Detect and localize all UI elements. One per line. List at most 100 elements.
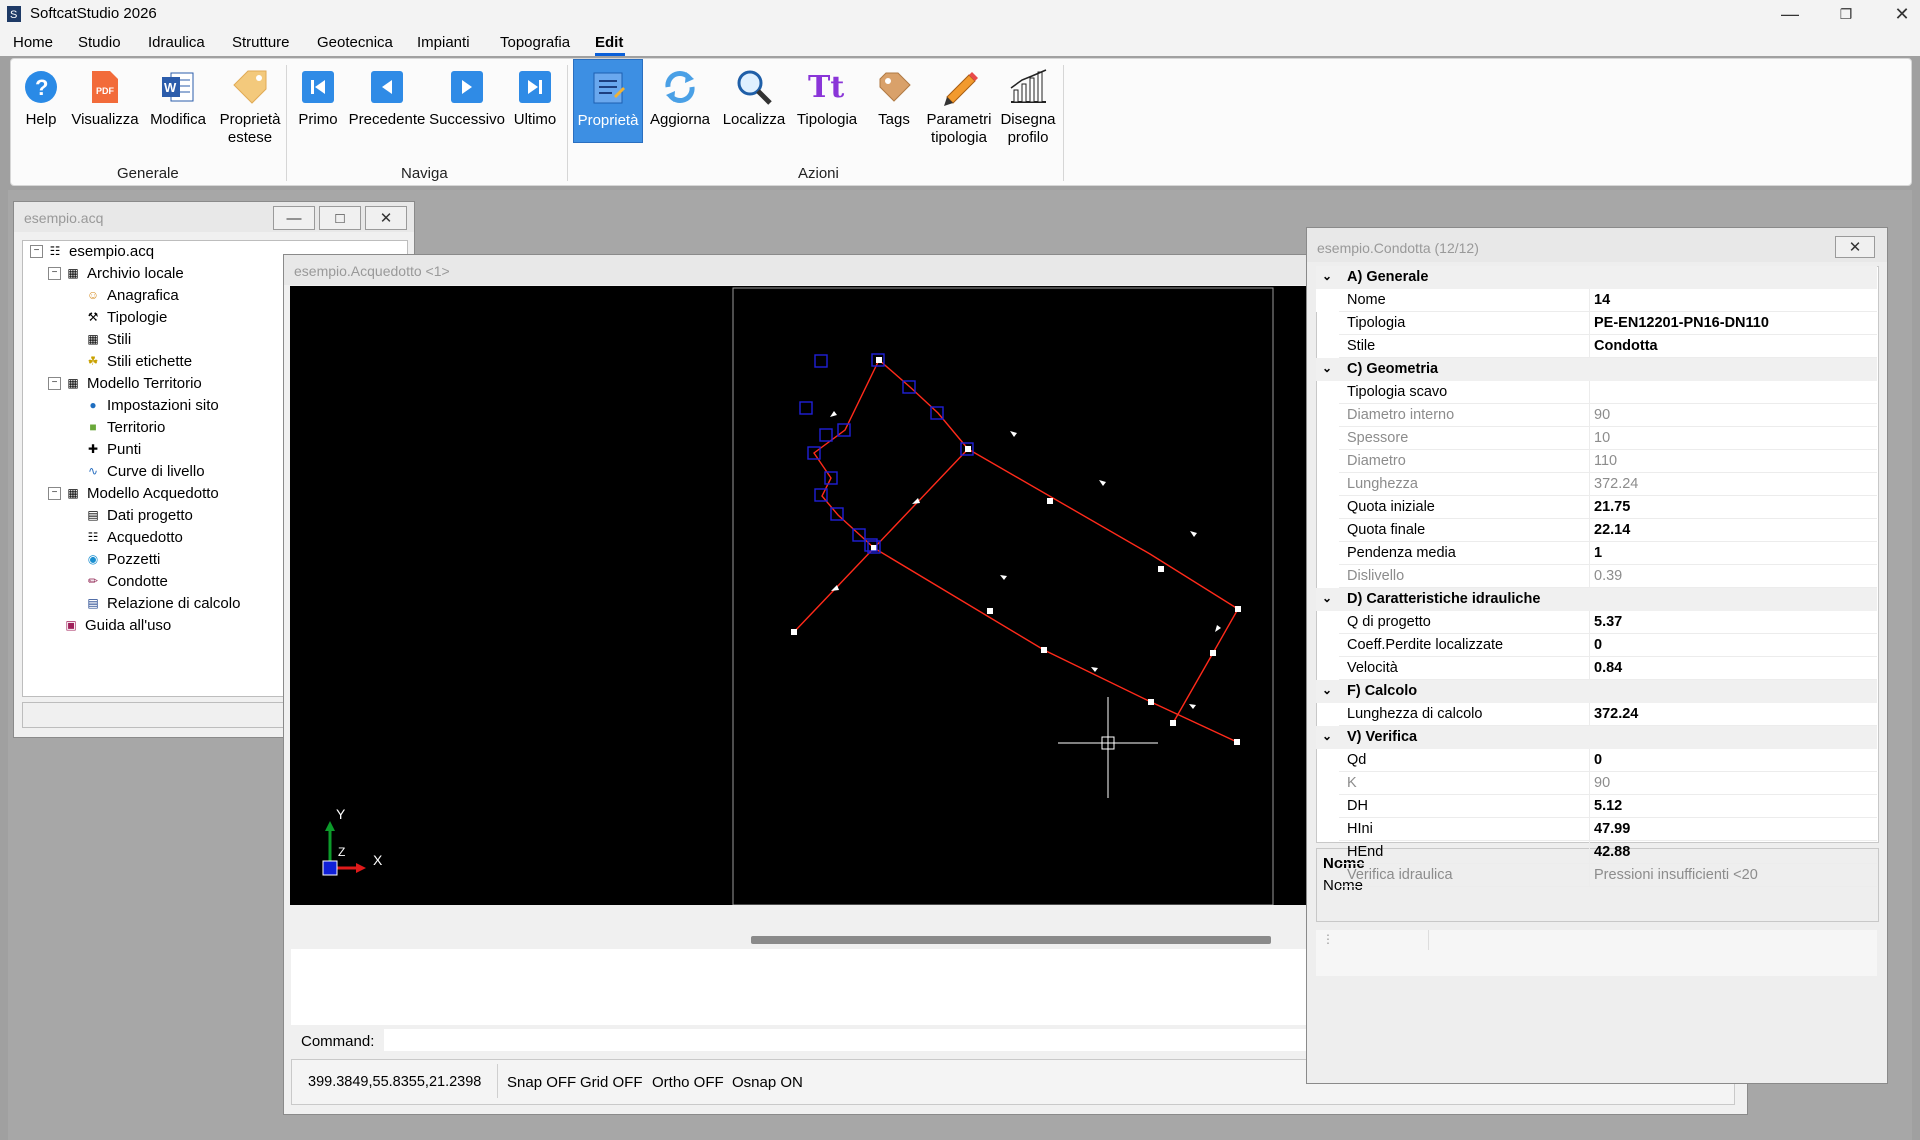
property-value[interactable]: 372.24	[1594, 706, 1638, 722]
property-diametro-interno[interactable]: Diametro interno 90	[1316, 404, 1877, 427]
snap-toggle[interactable]: Snap OFF	[507, 1074, 576, 1091]
property-stile[interactable]: Stile Condotta	[1316, 335, 1877, 358]
collapse-icon[interactable]: −	[48, 376, 61, 390]
property-tipologia-scavo[interactable]: Tipologia scavo	[1316, 381, 1877, 404]
property-lunghezza[interactable]: Lunghezza 372.24	[1316, 473, 1877, 496]
property-spessore[interactable]: Spessore 10	[1316, 427, 1877, 450]
tree-item-stili-etichette[interactable]: ☘ Stili etichette	[85, 350, 192, 372]
tree-item-acquedotto[interactable]: ☷ Acquedotto	[85, 526, 183, 548]
parametri-tipologia-button[interactable]: Parametri tipologia	[923, 59, 995, 165]
disegna-profilo-button[interactable]: Disegna profilo	[997, 59, 1059, 165]
property-tipologia[interactable]: Tipologia PE-EN12201-PN16-DN110	[1316, 312, 1877, 335]
property-quota-finale[interactable]: Quota finale 22.14	[1316, 519, 1877, 542]
tree-item-anagrafica[interactable]: ☺ Anagrafica	[85, 284, 179, 306]
property-value[interactable]: 0	[1594, 752, 1602, 768]
command-input[interactable]	[384, 1029, 1384, 1051]
tree-item-curve-livello[interactable]: ∿ Curve di livello	[85, 460, 205, 482]
horizontal-scrollbar[interactable]	[291, 930, 1391, 950]
property-value[interactable]: 22.14	[1594, 522, 1630, 538]
menu-geotecnica[interactable]: Geotecnica	[317, 34, 393, 51]
category-geometria[interactable]: ⌄ C) Geometria	[1316, 358, 1877, 381]
close-icon[interactable]: ✕	[365, 206, 407, 230]
menu-topografia[interactable]: Topografia	[500, 34, 570, 51]
ortho-toggle[interactable]: Ortho OFF	[652, 1074, 724, 1091]
tags-button[interactable]: Tags	[867, 59, 921, 149]
tree-item-impostazioni-sito[interactable]: ● Impostazioni sito	[85, 394, 218, 416]
property-dh[interactable]: DH 5.12	[1316, 795, 1877, 818]
maximize-icon[interactable]: □	[319, 206, 361, 230]
collapse-icon[interactable]: −	[48, 486, 61, 500]
aggiorna-button[interactable]: Aggiorna	[645, 59, 715, 149]
tree-item-punti[interactable]: ✚ Punti	[85, 438, 141, 460]
tree-item-pozzetti[interactable]: ◉ Pozzetti	[85, 548, 161, 570]
property-verifica-idraulica[interactable]: Verifica idraulica Pressioni insufficient…	[1316, 864, 1877, 887]
tree-item-relazione[interactable]: ▤ Relazione di calcolo	[85, 592, 240, 614]
modifica-button[interactable]: W Modifica	[143, 59, 213, 149]
tree-item-tipologie[interactable]: ⚒ Tipologie	[85, 306, 168, 328]
menu-edit[interactable]: Edit	[595, 34, 623, 51]
category-caratteristiche-idrauliche[interactable]: ⌄ D) Caratteristiche idrauliche	[1316, 588, 1877, 611]
property-value[interactable]: 42.88	[1594, 844, 1630, 860]
category-calcolo[interactable]: ⌄ F) Calcolo	[1316, 680, 1877, 703]
tree-item-condotte[interactable]: ✏ Condotte	[85, 570, 168, 592]
chevron-down-icon[interactable]: ⌄	[1322, 361, 1332, 375]
category-generale[interactable]: ⌄ A) Generale	[1316, 266, 1877, 289]
property-pendenza-media[interactable]: Pendenza media 1	[1316, 542, 1877, 565]
precedente-button[interactable]: Precedente	[347, 59, 427, 149]
tree-item-modello-acquedotto[interactable]: − ▦ Modello Acquedotto	[48, 482, 219, 504]
property-q-progetto[interactable]: Q di progetto 5.37	[1316, 611, 1877, 634]
property-quota-iniziale[interactable]: Quota iniziale 21.75	[1316, 496, 1877, 519]
help-button[interactable]: ? Help	[15, 59, 67, 149]
menu-impianti[interactable]: Impianti	[417, 34, 470, 51]
osnap-toggle[interactable]: Osnap ON	[732, 1074, 803, 1091]
restore-icon[interactable]: ❐	[1826, 2, 1866, 26]
property-value[interactable]: 0.84	[1594, 660, 1622, 676]
tipologia-button[interactable]: Tt Tipologia	[791, 59, 863, 149]
property-value[interactable]: 5.12	[1594, 798, 1622, 814]
tree-item-territorio[interactable]: ■ Territorio	[85, 416, 165, 438]
cad-canvas[interactable]: Y X Z	[290, 286, 1440, 905]
close-icon[interactable]: ✕	[1835, 236, 1875, 258]
menu-idraulica[interactable]: Idraulica	[148, 34, 205, 51]
property-diametro[interactable]: Diametro 110	[1316, 450, 1877, 473]
chevron-down-icon[interactable]: ⌄	[1322, 683, 1332, 697]
property-value[interactable]: 0	[1594, 637, 1602, 653]
tree-item-stili[interactable]: ▦ Stili	[85, 328, 131, 350]
successivo-button[interactable]: Successivo	[429, 59, 505, 149]
grid-toggle[interactable]: Grid OFF	[580, 1074, 643, 1091]
property-value[interactable]: Condotta	[1594, 338, 1658, 354]
property-lunghezza-calcolo[interactable]: Lunghezza di calcolo 372.24	[1316, 703, 1877, 726]
localizza-button[interactable]: Localizza	[719, 59, 789, 149]
minimize-icon[interactable]: —	[1770, 2, 1810, 26]
property-coeff-perdite[interactable]: Coeff.Perdite localizzate 0	[1316, 634, 1877, 657]
tree-item-archivio[interactable]: − ▦ Archivio locale	[48, 262, 184, 284]
tree-item-root[interactable]: − ☷ esempio.acq	[30, 240, 154, 262]
property-value[interactable]: PE-EN12201-PN16-DN110	[1594, 315, 1769, 331]
tree-item-dati-progetto[interactable]: ▤ Dati progetto	[85, 504, 193, 526]
property-k[interactable]: K 90	[1316, 772, 1877, 795]
close-icon[interactable]: ✕	[1882, 2, 1920, 26]
collapse-icon[interactable]: −	[48, 266, 61, 280]
tree-item-modello-territorio[interactable]: − ▦ Modello Territorio	[48, 372, 202, 394]
grip-icon[interactable]: ⋮	[1322, 932, 1334, 946]
chevron-down-icon[interactable]: ⌄	[1322, 269, 1332, 283]
chevron-down-icon[interactable]: ⌄	[1322, 591, 1332, 605]
menu-strutture[interactable]: Strutture	[232, 34, 290, 51]
property-hini[interactable]: HIni 47.99	[1316, 818, 1877, 841]
proprieta-button[interactable]: Proprietà	[573, 59, 643, 143]
property-qd[interactable]: Qd 0	[1316, 749, 1877, 772]
collapse-icon[interactable]: −	[30, 244, 43, 258]
property-hend[interactable]: HEnd 42.88	[1316, 841, 1877, 864]
minimize-icon[interactable]: —	[273, 206, 315, 230]
property-dislivello[interactable]: Dislivello 0.39	[1316, 565, 1877, 588]
property-velocita[interactable]: Velocità 0.84	[1316, 657, 1877, 680]
category-verifica[interactable]: ⌄ V) Verifica	[1316, 726, 1877, 749]
tree-item-guida[interactable]: ▣ Guida all'uso	[63, 614, 171, 636]
primo-button[interactable]: Primo	[291, 59, 345, 149]
proprieta-estese-button[interactable]: Proprietà estese	[215, 59, 285, 165]
ultimo-button[interactable]: Ultimo	[507, 59, 563, 149]
chevron-down-icon[interactable]: ⌄	[1322, 729, 1332, 743]
menu-home[interactable]: Home	[13, 34, 53, 51]
scrollbar-thumb[interactable]	[751, 936, 1271, 944]
menu-studio[interactable]: Studio	[78, 34, 121, 51]
